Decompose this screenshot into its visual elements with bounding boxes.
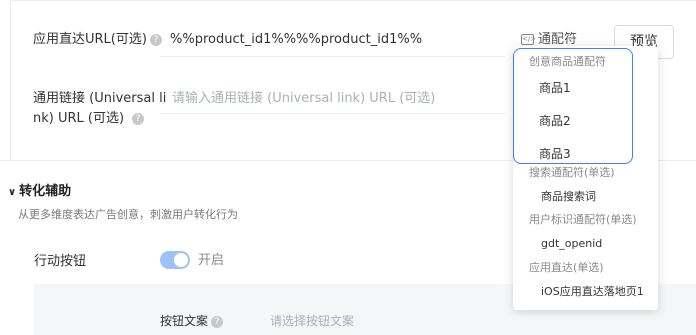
- app-url-label-row: 应用直达URL(可选)?: [33, 30, 162, 50]
- action-button-label: 行动按钮: [34, 254, 87, 269]
- dropdown-item-product3[interactable]: 商品3: [539, 145, 571, 163]
- universal-link-label-line2-row: nk) URL (可选)?: [33, 109, 166, 129]
- dropdown-item-ios-landing[interactable]: iOS应用直达落地页1: [541, 283, 644, 301]
- conversion-description: 从更多维度表达广告创意，刺激用户转化行为: [18, 208, 238, 221]
- universal-link-label: 通用链接 (Universal li nk) URL (可选)?: [33, 89, 166, 129]
- app-url-underline: [160, 56, 505, 57]
- code-icon: </>: [521, 34, 537, 45]
- app-url-input[interactable]: %%product_id1%%%%product_id1%%: [170, 30, 422, 50]
- dropdown-group-title: 应用直达(单选): [529, 261, 604, 274]
- universal-link-underline: [160, 113, 505, 114]
- help-icon[interactable]: ?: [132, 112, 145, 125]
- dropdown-item-product1[interactable]: 商品1: [539, 79, 571, 97]
- action-button-toggle[interactable]: [160, 251, 190, 269]
- universal-link-label-line1: 通用链接 (Universal li: [33, 91, 167, 106]
- button-copy-label-text: 按钮文案: [160, 314, 209, 328]
- dropdown-group-title: 搜索通配符(单选): [529, 166, 615, 179]
- conversion-section-header[interactable]: ∨ 转化辅助: [8, 183, 71, 202]
- help-icon[interactable]: ?: [149, 33, 162, 46]
- dropdown-group-title: 创意商品通配符: [529, 55, 606, 68]
- app-url-label: 应用直达URL(可选): [33, 32, 147, 47]
- wildcard-label: 通配符: [538, 32, 578, 47]
- help-icon[interactable]: ?: [211, 315, 224, 328]
- button-copy-label: 按钮文案?: [160, 312, 224, 330]
- button-copy-select[interactable]: 请选择按钮文案: [270, 312, 354, 330]
- conversion-title: 转化辅助: [19, 184, 72, 199]
- chevron-down-icon: ∨: [8, 187, 17, 198]
- toggle-text: 开启: [198, 253, 225, 268]
- universal-link-label-line2: nk) URL (可选): [33, 111, 125, 126]
- universal-link-input[interactable]: 请输入通用链接 (Universal link) URL (可选): [172, 89, 435, 109]
- toggle-knob: [174, 253, 188, 267]
- dropdown-group-title: 用户标识通配符(单选): [529, 213, 637, 226]
- dropdown-item-product2[interactable]: 商品2: [539, 112, 571, 130]
- dropdown-item-search-term[interactable]: 商品搜索词: [541, 188, 596, 206]
- dropdown-item-gdt-openid[interactable]: gdt_openid: [541, 235, 602, 253]
